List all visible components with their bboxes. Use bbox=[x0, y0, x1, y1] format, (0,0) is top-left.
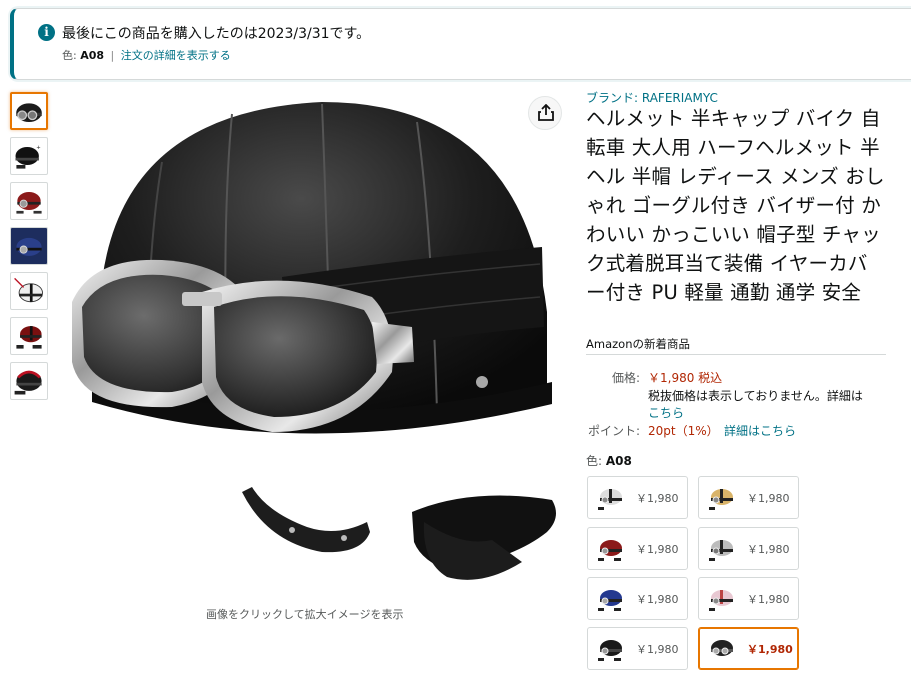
variant-swatch-4[interactable]: ￥1,980 bbox=[698, 527, 799, 570]
color-label-text: 色: bbox=[586, 454, 603, 468]
product-title: ヘルメット 半キャップ バイク 自転車 大人用 ハーフヘルメット 半ヘル 半帽 … bbox=[586, 107, 885, 304]
color-selector-label: 色: A08 bbox=[586, 452, 632, 469]
purchase-notice: i 最後にこの商品を購入したのは2023/3/31です。 色: A08 | 注文… bbox=[10, 8, 911, 80]
tax-note: 税抜価格は表示しておりません。詳細は bbox=[648, 387, 863, 404]
variant-swatch-7[interactable]: ￥1,980 bbox=[587, 627, 688, 670]
svg-text:+: + bbox=[36, 145, 41, 151]
color-selected-value: A08 bbox=[605, 454, 632, 468]
tax-link-row: こちら bbox=[648, 404, 684, 421]
helmet-thumbnail-icon bbox=[598, 640, 622, 661]
variant-price: ￥1,980 bbox=[636, 593, 679, 606]
price-value: ￥1,980 税込 bbox=[648, 371, 723, 385]
thumbnail-1[interactable] bbox=[10, 92, 48, 130]
helmet-thumbnail-icon bbox=[598, 489, 622, 510]
variant-price: ￥1,980 bbox=[636, 643, 679, 656]
helmet-thumbnail-icon bbox=[709, 590, 733, 611]
variant-swatch-1[interactable]: ￥1,980 bbox=[587, 476, 688, 519]
variant-swatch-3[interactable]: ￥1,980 bbox=[587, 527, 688, 570]
info-icon: i bbox=[38, 24, 55, 41]
variant-price: ￥1,980 bbox=[747, 543, 790, 556]
tax-note-text: 税抜価格は表示しておりません。詳細は bbox=[648, 389, 863, 403]
notice-separator: | bbox=[110, 49, 115, 62]
tax-details-link[interactable]: こちら bbox=[648, 406, 684, 420]
notice-message: 最後にこの商品を購入したのは2023/3/31です。 bbox=[62, 26, 371, 42]
notice-color-value: A08 bbox=[80, 49, 105, 62]
helmet-thumbnail-icon bbox=[598, 590, 622, 611]
divider bbox=[586, 354, 886, 355]
price-label: 価格: bbox=[611, 371, 640, 385]
order-details-link[interactable]: 注文の詳細を表示する bbox=[121, 49, 231, 62]
points-details-link[interactable]: 詳細はこちら bbox=[724, 422, 796, 439]
helmet-thumbnail-icon bbox=[598, 540, 622, 561]
variant-swatch-2[interactable]: ￥1,980 bbox=[698, 476, 799, 519]
helmet-thumbnail-icon bbox=[709, 489, 733, 510]
variant-swatch-6[interactable]: ￥1,980 bbox=[698, 577, 799, 620]
variant-swatch-8-selected[interactable]: ￥1,980 bbox=[698, 627, 799, 670]
variant-swatch-5[interactable]: ￥1,980 bbox=[587, 577, 688, 620]
helmet-thumbnail-icon bbox=[711, 640, 733, 656]
thumbnail-4[interactable] bbox=[10, 227, 48, 265]
thumbnail-5[interactable] bbox=[10, 272, 48, 310]
variant-price: ￥1,980 bbox=[747, 643, 793, 656]
notice-color-label: 色: bbox=[62, 49, 77, 62]
new-items-badge[interactable]: Amazonの新着商品 bbox=[586, 336, 690, 352]
thumbnail-7[interactable] bbox=[10, 362, 48, 400]
points-value: 20pt（1%） bbox=[648, 424, 719, 438]
share-icon bbox=[538, 104, 554, 121]
variant-price: ￥1,980 bbox=[636, 492, 679, 505]
thumbnail-2[interactable]: + bbox=[10, 137, 48, 175]
variant-price: ￥1,980 bbox=[747, 492, 790, 505]
variant-price: ￥1,980 bbox=[636, 543, 679, 556]
variant-price: ￥1,980 bbox=[747, 593, 790, 606]
notice-details: 色: A08 | 注文の詳細を表示する bbox=[62, 47, 231, 63]
zoom-hint: 画像をクリックして拡大イメージを表示 bbox=[206, 608, 404, 621]
share-button[interactable] bbox=[528, 96, 562, 130]
helmet-thumbnail-icon bbox=[709, 540, 733, 561]
main-product-image[interactable] bbox=[52, 92, 572, 612]
thumbnail-3[interactable] bbox=[10, 182, 48, 220]
thumbnail-6[interactable] bbox=[10, 317, 48, 355]
points-label: ポイント: bbox=[587, 424, 640, 438]
